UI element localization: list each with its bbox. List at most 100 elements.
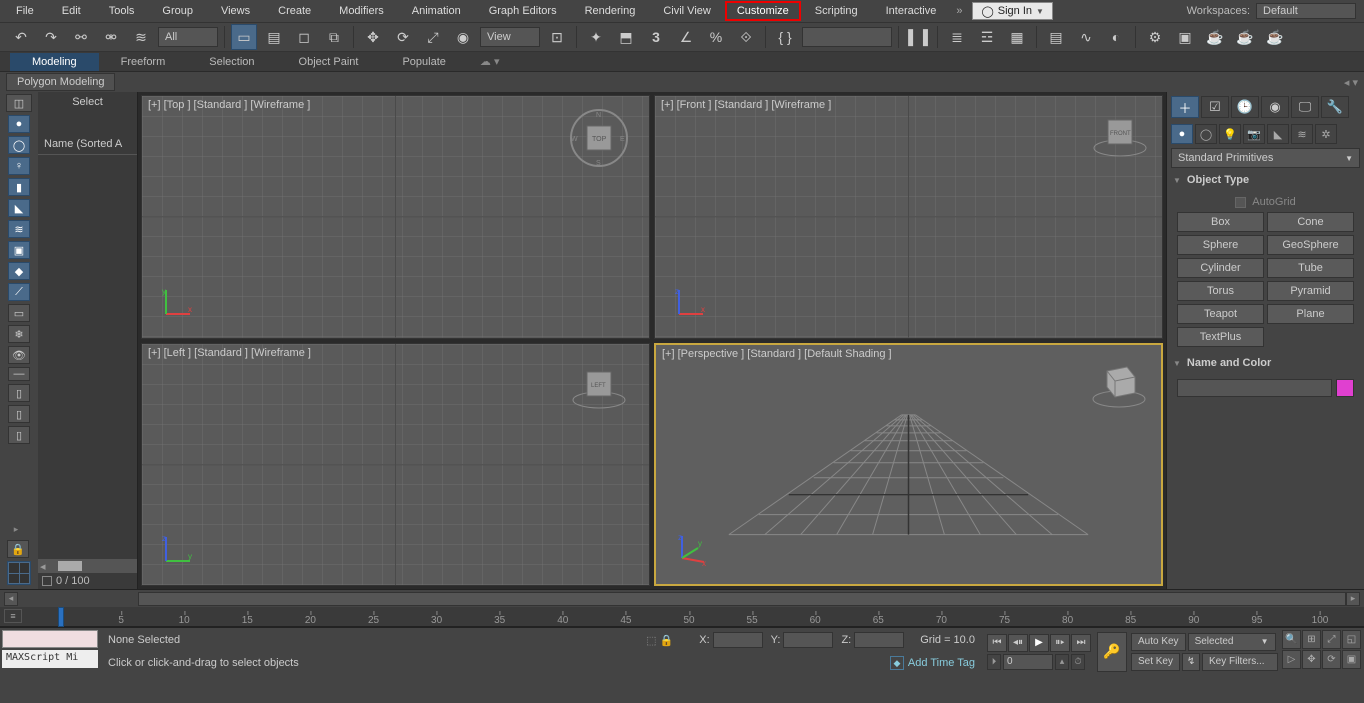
filter-xref-icon[interactable]: ◆ (8, 262, 30, 280)
lock-icon[interactable]: 🔒 (7, 540, 29, 558)
filter-geometry-icon[interactable]: ● (8, 115, 30, 133)
spinner-snap-button[interactable]: ⟐ (733, 24, 759, 50)
manipulate-button[interactable]: ✦ (583, 24, 609, 50)
menu-scripting[interactable]: Scripting (801, 1, 872, 21)
move-button[interactable]: ✥ (360, 24, 386, 50)
ribbon-overflow-icon[interactable]: ☁ ▾ (480, 55, 500, 68)
menu-grapheditors[interactable]: Graph Editors (475, 1, 571, 21)
create-geometry-icon[interactable]: ● (1171, 124, 1193, 144)
rotate-button[interactable]: ⟳ (390, 24, 416, 50)
prev-frame-button[interactable]: ◂⏸ (1008, 634, 1028, 652)
named-selset-dropdown[interactable] (802, 27, 892, 47)
curve-editor-button[interactable]: ▤ (1043, 24, 1069, 50)
cmd-tab-display[interactable]: 🖵 (1291, 96, 1319, 118)
viewport-front-label[interactable]: [+] [Front ] [Standard ] [Wireframe ] (661, 99, 831, 111)
filter-groups-icon[interactable]: ▣ (8, 241, 30, 259)
coord-x-input[interactable] (713, 632, 763, 648)
display-all-icon[interactable]: ◫ (6, 94, 32, 112)
viewport-left-label[interactable]: [+] [Left ] [Standard ] [Wireframe ] (148, 347, 311, 359)
cmd-tab-create[interactable]: ＋ (1171, 96, 1199, 118)
viewcube-icon[interactable]: TOPNSWE (569, 108, 629, 168)
cmd-tab-motion[interactable]: ◉ (1261, 96, 1289, 118)
coord-y-input[interactable] (783, 632, 833, 648)
time-slider-left-icon[interactable]: ◂ (4, 592, 18, 606)
menu-tools[interactable]: Tools (95, 1, 149, 21)
field-of-view-button[interactable]: ▷ (1282, 650, 1301, 669)
viewcube-icon[interactable] (1089, 351, 1149, 411)
ribbon-collapse-icons[interactable]: ◂ ▾ (1338, 76, 1364, 89)
zoom-extents-all-button[interactable]: ◱ (1342, 630, 1361, 649)
keyfilters-icon[interactable]: ↯ (1182, 653, 1200, 671)
autogrid-checkbox[interactable]: AutoGrid (1177, 192, 1354, 212)
redo-button[interactable]: ↷ (38, 24, 64, 50)
pivot-center-button[interactable]: ⊡ (544, 24, 570, 50)
isolate-icon[interactable]: ⬚ (646, 634, 656, 647)
render-setup-button[interactable]: ⚙ (1142, 24, 1168, 50)
menu-views[interactable]: Views (207, 1, 264, 21)
menu-civilview[interactable]: Civil View (649, 1, 724, 21)
filter-frozen-icon[interactable]: ❄ (8, 325, 30, 343)
prim-pyramid-button[interactable]: Pyramid (1267, 281, 1354, 301)
link-button[interactable]: ⚯ (68, 24, 94, 50)
menu-group[interactable]: Group (148, 1, 207, 21)
viewcube-icon[interactable]: FRONT (1090, 104, 1150, 164)
create-lights-icon[interactable]: 💡 (1219, 124, 1241, 144)
time-slider-track[interactable] (138, 592, 1346, 606)
filter-helpers-icon[interactable]: ◣ (8, 199, 30, 217)
viewport-layout-button[interactable] (7, 561, 31, 585)
create-cameras-icon[interactable]: 📷 (1243, 124, 1265, 144)
create-spacewarps-icon[interactable]: ≋ (1291, 124, 1313, 144)
rollout-name-color-header[interactable]: ▼Name and Color (1169, 351, 1362, 375)
prim-teapot-button[interactable]: Teapot (1177, 304, 1264, 324)
maximize-viewport-button[interactable]: ▣ (1342, 650, 1361, 669)
menu-modifiers[interactable]: Modifiers (325, 1, 398, 21)
create-shapes-icon[interactable]: ◯ (1195, 124, 1217, 144)
viewport-top[interactable]: [+] [Top ] [Standard ] [Wireframe ] xy T… (141, 95, 650, 339)
render-frame-button[interactable]: ▣ (1172, 24, 1198, 50)
prim-textplus-button[interactable]: TextPlus (1177, 327, 1264, 347)
filter-shapes-icon[interactable]: ◯ (8, 136, 30, 154)
scene-list[interactable] (38, 155, 137, 559)
schematic-view-button[interactable]: ∿ (1073, 24, 1099, 50)
scale-button[interactable]: ⤢ (420, 24, 446, 50)
percent-snap-button[interactable]: % (703, 24, 729, 50)
ribbon-tab-modeling[interactable]: Modeling (10, 53, 99, 71)
select-by-name-button[interactable]: ▤ (261, 24, 287, 50)
angle-snap-button[interactable]: ∠ (673, 24, 699, 50)
filter-misc1-icon[interactable]: ▯ (8, 384, 30, 402)
window-crossing-button[interactable]: ⧉ (321, 24, 347, 50)
zoom-extents-button[interactable]: ⤢ (1322, 630, 1341, 649)
viewport-perspective[interactable]: [+] [Perspective ] [Standard ] [Default … (654, 343, 1163, 587)
selection-lock-icon[interactable]: 🔒 (660, 634, 674, 647)
prim-geosphere-button[interactable]: GeoSphere (1267, 235, 1354, 255)
prim-sphere-button[interactable]: Sphere (1177, 235, 1264, 255)
filter-spacewarps-icon[interactable]: ≋ (8, 220, 30, 238)
unlink-button[interactable]: ⚮ (98, 24, 124, 50)
menu-overflow-icon[interactable]: » (950, 2, 968, 20)
menu-edit[interactable]: Edit (48, 1, 95, 21)
prim-torus-button[interactable]: Torus (1177, 281, 1264, 301)
time-ruler[interactable]: 5101520253035404550556065707580859095100 (58, 606, 1320, 626)
pan-button[interactable]: ✥ (1302, 650, 1321, 669)
keyboard-shortcut-button[interactable]: ⬒ (613, 24, 639, 50)
ribbon-tab-selection[interactable]: Selection (187, 53, 276, 71)
select-object-button[interactable]: ▭ (231, 24, 257, 50)
toggle-ribbon-button[interactable]: ▦ (1004, 24, 1030, 50)
cmd-tab-hierarchy[interactable]: 🕒 (1231, 96, 1259, 118)
explorer-collapse-icon[interactable]: ▸ (7, 524, 25, 538)
viewcube-icon[interactable]: LEFT (569, 356, 629, 416)
ribbon-tab-populate[interactable]: Populate (380, 53, 467, 71)
filter-hidden-icon[interactable]: 👁 (8, 346, 30, 364)
filter-misc3-icon[interactable]: ▯ (8, 426, 30, 444)
prim-plane-button[interactable]: Plane (1267, 304, 1354, 324)
trackbar-menu-icon[interactable]: ≡ (4, 609, 22, 623)
workspaces-dropdown[interactable]: Default (1256, 3, 1356, 19)
goto-end-button[interactable]: ⏭ (1071, 634, 1091, 652)
named-selset-edit-button[interactable]: { } (772, 24, 798, 50)
spinner-up-icon[interactable]: ▴ (1055, 654, 1069, 670)
render-production-button[interactable]: ☕ (1202, 24, 1228, 50)
selection-filter-dropdown[interactable]: All (158, 27, 218, 47)
viewport-front[interactable]: [+] [Front ] [Standard ] [Wireframe ] xz… (654, 95, 1163, 339)
prim-cone-button[interactable]: Cone (1267, 212, 1354, 232)
maxscript-listener[interactable]: MAXScript Mi (2, 650, 98, 668)
